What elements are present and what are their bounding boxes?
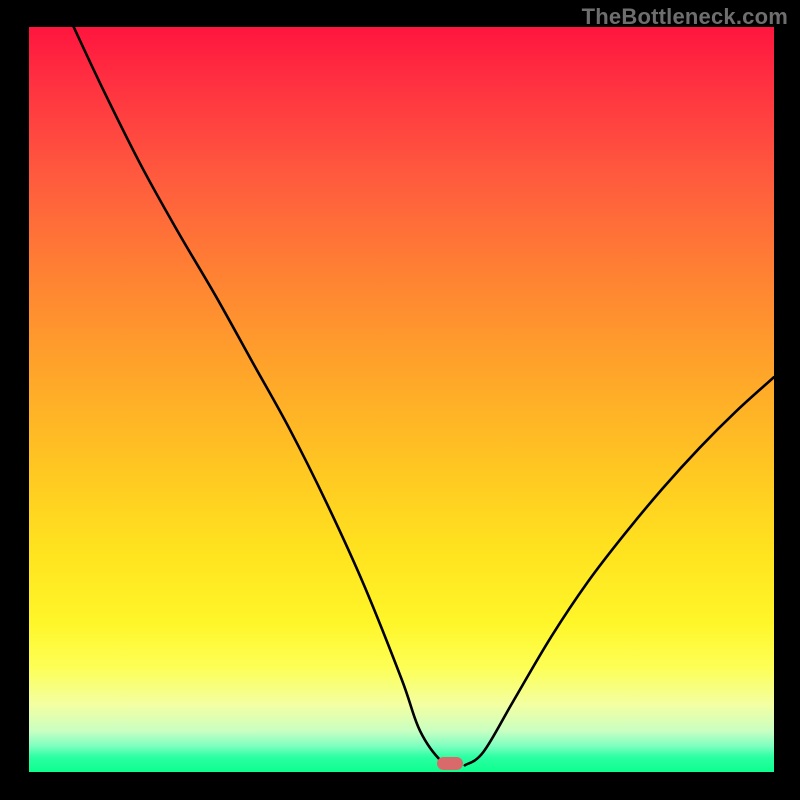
curve-right — [465, 377, 774, 765]
bottleneck-marker — [437, 757, 463, 770]
bottleneck-curve — [29, 27, 774, 772]
curve-left — [74, 27, 456, 766]
watermark-text: TheBottleneck.com — [582, 4, 788, 30]
plot-area — [29, 27, 774, 772]
chart-frame: TheBottleneck.com — [0, 0, 800, 800]
